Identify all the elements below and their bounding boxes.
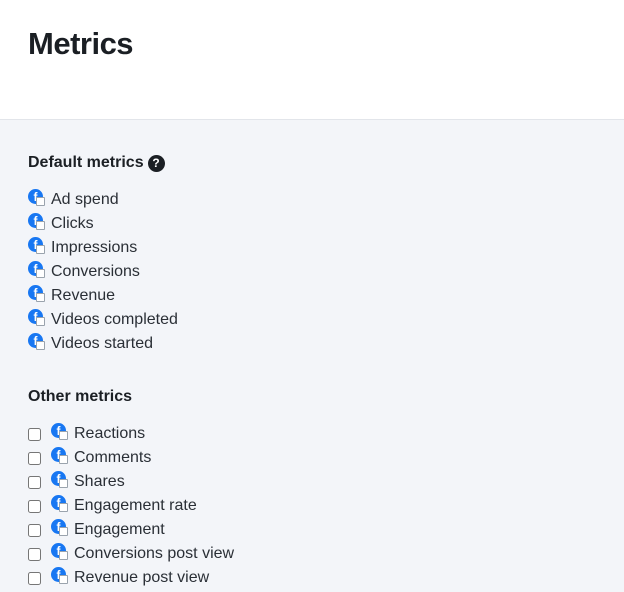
- metrics-content: Default metrics ? f Ad spend f Clicks f …: [0, 120, 624, 592]
- metric-label: Shares: [74, 473, 125, 490]
- facebook-icon: f: [28, 261, 45, 278]
- default-metric-item: f Videos started: [28, 332, 178, 356]
- metric-label: Revenue post view: [74, 569, 210, 586]
- default-metric-item: f Revenue: [28, 284, 178, 308]
- other-metrics-heading: Other metrics: [28, 388, 132, 406]
- facebook-icon: f: [51, 447, 68, 464]
- default-metrics-list: f Ad spend f Clicks f Impressions f Conv…: [28, 188, 178, 356]
- metric-label: Engagement: [74, 521, 165, 538]
- default-metrics-heading: Default metrics ?: [28, 154, 165, 172]
- other-metric-item[interactable]: f Engagement: [28, 518, 234, 542]
- facebook-icon: f: [51, 495, 68, 512]
- facebook-icon: f: [28, 213, 45, 230]
- other-metric-item[interactable]: f Comments: [28, 446, 234, 470]
- default-metric-item: f Clicks: [28, 212, 178, 236]
- facebook-icon: f: [51, 423, 68, 440]
- default-metric-item: f Conversions: [28, 260, 178, 284]
- default-metrics-title: Default metrics: [28, 154, 144, 171]
- metric-checkbox[interactable]: [28, 571, 41, 585]
- other-metric-item[interactable]: f Revenue post view: [28, 566, 234, 590]
- other-metrics-list: f Reactions f Comments f Shares f Engage…: [28, 422, 234, 590]
- other-metrics-title: Other metrics: [28, 388, 133, 405]
- other-metric-item[interactable]: f Shares: [28, 470, 234, 494]
- other-metric-item[interactable]: f Reactions: [28, 422, 234, 446]
- facebook-icon: f: [28, 333, 45, 350]
- metric-label: Impressions: [51, 239, 138, 256]
- metric-label: Ad spend: [51, 191, 119, 208]
- other-metric-item[interactable]: f Engagement rate: [28, 494, 234, 518]
- metric-label: Comments: [74, 449, 152, 466]
- default-metric-item: f Impressions: [28, 236, 178, 260]
- facebook-icon: f: [51, 519, 68, 536]
- facebook-icon: f: [28, 285, 45, 302]
- metric-checkbox[interactable]: [28, 547, 41, 561]
- metric-label: Conversions post view: [74, 545, 235, 562]
- page-header: Metrics: [0, 0, 624, 120]
- page-title: Metrics: [28, 26, 134, 61]
- metric-checkbox[interactable]: [28, 451, 41, 465]
- facebook-icon: f: [28, 189, 45, 206]
- metric-label: Engagement rate: [74, 497, 197, 514]
- other-metric-item[interactable]: f Conversions post view: [28, 542, 234, 566]
- default-metric-item: f Videos completed: [28, 308, 178, 332]
- metric-label: Videos started: [51, 335, 153, 352]
- metric-checkbox[interactable]: [28, 427, 41, 441]
- facebook-icon: f: [28, 309, 45, 326]
- facebook-icon: f: [51, 543, 68, 560]
- help-icon[interactable]: ?: [147, 154, 165, 172]
- facebook-icon: f: [28, 237, 45, 254]
- default-metric-item: f Ad spend: [28, 188, 178, 212]
- facebook-icon: f: [51, 567, 68, 584]
- metric-label: Conversions: [51, 263, 140, 280]
- metric-label: Clicks: [51, 215, 94, 232]
- facebook-icon: f: [51, 471, 68, 488]
- metric-checkbox[interactable]: [28, 475, 41, 489]
- metric-checkbox[interactable]: [28, 499, 41, 513]
- metric-label: Videos completed: [51, 311, 178, 328]
- metric-label: Reactions: [74, 425, 146, 442]
- metric-checkbox[interactable]: [28, 523, 41, 537]
- metric-label: Revenue: [51, 287, 116, 304]
